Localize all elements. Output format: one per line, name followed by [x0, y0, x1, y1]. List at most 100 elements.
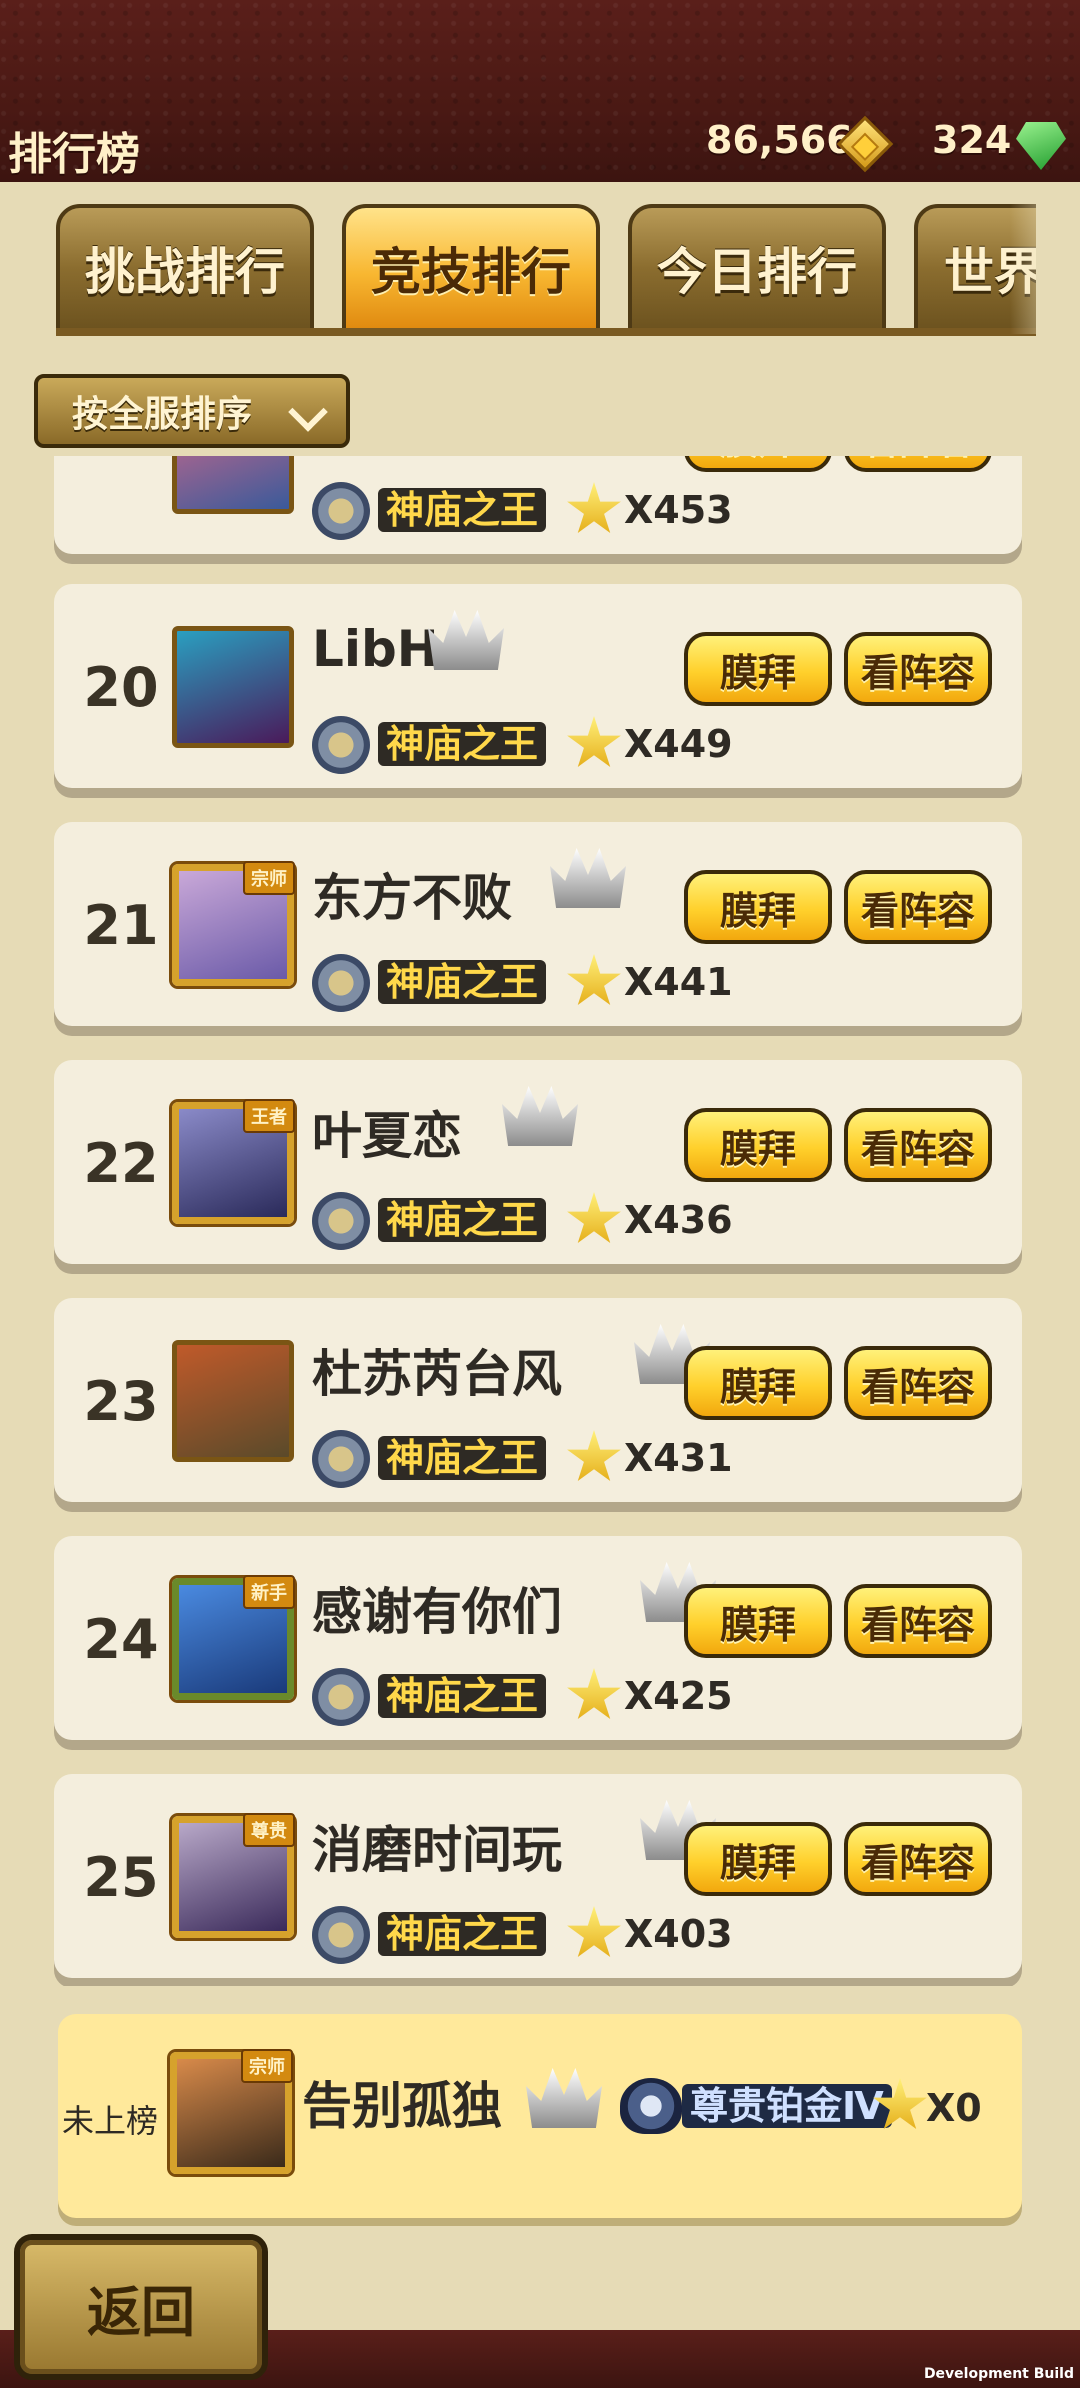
gem-amount: 324 — [932, 118, 1012, 162]
avatar[interactable]: 王者 — [172, 1099, 295, 1224]
league-badge-icon — [312, 954, 370, 1012]
star-icon — [567, 1906, 621, 1957]
player-name: 东方不败 — [312, 869, 512, 927]
rank-number: 21 — [83, 894, 159, 957]
star-icon — [567, 1192, 621, 1243]
bow-button[interactable]: 膜拜 — [684, 456, 832, 472]
rank-number: 23 — [83, 1370, 159, 1433]
my-name: 告别孤独 — [302, 2077, 502, 2135]
bow-button[interactable]: 膜拜 — [684, 1346, 832, 1420]
player-name: 叶夏恋 — [312, 1107, 462, 1165]
title-badge: 宗师 — [241, 2049, 293, 2083]
bow-button[interactable]: 膜拜 — [684, 1822, 832, 1896]
crown-icon — [502, 1086, 578, 1146]
player-name: 感谢有你们 — [312, 1583, 562, 1641]
list-item: 23 杜苏芮台风 膜拜 看阵容 神庙之王 X431 — [54, 1298, 1022, 1502]
player-name: 杜苏芮台风 — [312, 1345, 562, 1403]
my-avatar[interactable]: 宗师 — [170, 2049, 293, 2174]
view-lineup-button[interactable]: 看阵容 — [844, 632, 992, 706]
star-icon — [567, 954, 621, 1005]
player-name: LibH — [312, 620, 439, 678]
rank-number: 20 — [83, 656, 159, 719]
league-badge-icon — [312, 1668, 370, 1726]
view-lineup-button[interactable]: 看阵容 — [844, 1584, 992, 1658]
rank-number: 25 — [83, 1846, 159, 1909]
star-count: X425 — [624, 1674, 733, 1718]
rank-number: 22 — [83, 1132, 159, 1195]
avatar[interactable] — [172, 456, 294, 514]
star-count: X436 — [624, 1198, 733, 1242]
league-badge-icon — [312, 1430, 370, 1488]
list-item: 22 王者 叶夏恋 膜拜 看阵容 神庙之王 X436 — [54, 1060, 1022, 1264]
view-lineup-button[interactable]: 看阵容 — [844, 870, 992, 944]
my-star-count: X0 — [926, 2086, 982, 2130]
my-rank-row: 未上榜 宗师 告别孤独 尊贵铂金Ⅳ X0 — [58, 2014, 1022, 2218]
chevron-down-icon — [288, 392, 328, 432]
title-badge: 王者 — [243, 1099, 295, 1133]
league-label: 神庙之王 — [378, 1198, 547, 1242]
ranking-list[interactable]: 膜拜 看阵容 神庙之王 X453 20 LibH 膜拜 看阵容 神庙之王 X44… — [0, 456, 1080, 1986]
top-bar — [0, 0, 1080, 182]
my-rank: 未上榜 — [62, 2102, 159, 2140]
tab-arena[interactable]: 竞技排行 — [342, 204, 600, 332]
page-title: 排行榜 — [8, 129, 140, 180]
back-button[interactable]: 返回 — [14, 2234, 268, 2380]
list-item: 21 宗师 东方不败 膜拜 看阵容 神庙之王 X441 — [54, 822, 1022, 1026]
bow-button[interactable]: 膜拜 — [684, 1108, 832, 1182]
star-icon — [567, 716, 621, 767]
sort-label: 按全服排序 — [72, 394, 253, 435]
view-lineup-button[interactable]: 看阵容 — [844, 456, 992, 472]
star-count: X453 — [624, 488, 733, 532]
crown-icon — [550, 848, 626, 908]
tab-today[interactable]: 今日排行 — [628, 204, 886, 332]
tab-challenge[interactable]: 挑战排行 — [56, 204, 314, 332]
league-label: 神庙之王 — [378, 1674, 547, 1718]
build-label: Development Build — [923, 2366, 1074, 2382]
list-item: 20 LibH 膜拜 看阵容 神庙之王 X449 — [54, 584, 1022, 788]
view-lineup-button[interactable]: 看阵容 — [844, 1346, 992, 1420]
avatar[interactable] — [172, 1340, 294, 1462]
league-badge-icon — [312, 1906, 370, 1964]
bow-button[interactable]: 膜拜 — [684, 1584, 832, 1658]
league-label: 神庙之王 — [378, 1436, 547, 1480]
tab-bar: 挑战排行 竞技排行 今日排行 世界 — [56, 204, 1036, 334]
star-count: X431 — [624, 1436, 733, 1480]
avatar[interactable]: 宗师 — [172, 861, 295, 986]
star-icon — [567, 1430, 621, 1481]
star-count: X449 — [624, 722, 733, 766]
crown-icon — [428, 610, 504, 670]
title-badge: 尊贵 — [243, 1813, 295, 1847]
view-lineup-button[interactable]: 看阵容 — [844, 1822, 992, 1896]
league-label: 神庙之王 — [378, 488, 547, 532]
list-item: 25 尊贵 消磨时间玩 膜拜 看阵容 神庙之王 X403 — [54, 1774, 1022, 1978]
bow-button[interactable]: 膜拜 — [684, 870, 832, 944]
league-badge-icon — [312, 716, 370, 774]
rank-number: 24 — [83, 1608, 159, 1671]
title-badge: 宗师 — [243, 861, 295, 895]
bow-button[interactable]: 膜拜 — [684, 632, 832, 706]
avatar[interactable]: 新手 — [172, 1575, 295, 1700]
gold-amount: 86,566 — [706, 118, 853, 162]
league-label: 神庙之王 — [378, 960, 547, 1004]
tab-scroll-fade — [1010, 204, 1080, 334]
star-icon — [567, 1668, 621, 1719]
avatar[interactable]: 尊贵 — [172, 1813, 295, 1938]
league-label: 神庙之王 — [378, 722, 547, 766]
star-count: X403 — [624, 1912, 733, 1956]
my-league-label: 尊贵铂金Ⅳ — [682, 2084, 892, 2128]
title-badge: 新手 — [243, 1575, 295, 1609]
player-name: 消磨时间玩 — [312, 1821, 562, 1879]
star-icon — [567, 482, 621, 533]
avatar[interactable] — [172, 626, 294, 748]
star-count: X441 — [624, 960, 733, 1004]
league-badge-icon — [312, 482, 370, 540]
platinum-league-icon — [620, 2078, 682, 2134]
view-lineup-button[interactable]: 看阵容 — [844, 1108, 992, 1182]
tab-underline — [56, 328, 1036, 336]
league-badge-icon — [312, 1192, 370, 1250]
sort-dropdown[interactable]: 按全服排序 — [34, 374, 350, 448]
list-item: 膜拜 看阵容 神庙之王 X453 — [54, 456, 1022, 554]
league-label: 神庙之王 — [378, 1912, 547, 1956]
crown-icon — [526, 2068, 602, 2128]
list-item: 24 新手 感谢有你们 膜拜 看阵容 神庙之王 X425 — [54, 1536, 1022, 1740]
